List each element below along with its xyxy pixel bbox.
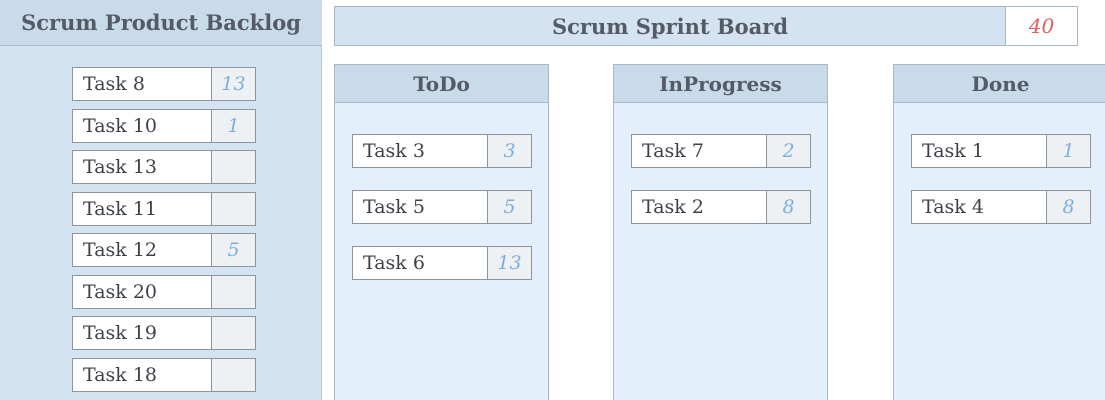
task-points: 3 <box>487 135 531 167</box>
task-card[interactable]: Task 11 <box>72 191 256 226</box>
task-name: Task 20 <box>83 280 158 303</box>
column-task-list: Task 3 3 Task 5 5 Task 6 13 <box>352 134 532 302</box>
task-points: 13 <box>487 247 531 279</box>
task-card[interactable]: Task 3 3 <box>352 134 532 168</box>
task-name: Task 13 <box>83 156 158 178</box>
column-todo: ToDo Task 3 3 Task 5 5 Task 6 13 <box>334 64 549 400</box>
sprint-board-title: Scrum Sprint Board <box>334 6 1006 46</box>
task-points: 5 <box>211 234 255 266</box>
task-name: Task 4 <box>922 196 984 218</box>
task-points <box>211 317 255 349</box>
task-card[interactable]: Task 5 5 <box>352 190 532 224</box>
column-task-list: Task 7 2 Task 2 8 <box>631 134 811 246</box>
task-name: Task 1 <box>922 140 984 162</box>
task-points <box>211 358 255 391</box>
task-name: Task 5 <box>363 196 425 218</box>
product-backlog-panel: Scrum Product Backlog Task 8 13 Task 10 1 … <box>0 0 322 400</box>
column-title: Done <box>894 65 1105 103</box>
sprint-total-points: 40 <box>1006 6 1078 46</box>
backlog-task-list: Task 8 13 Task 10 1 Task 13 Task 11 Task 1… <box>72 67 256 399</box>
task-points <box>211 151 255 183</box>
task-points: 1 <box>1046 135 1090 167</box>
task-name: Task 19 <box>83 322 158 344</box>
column-title: InProgress <box>614 65 827 103</box>
task-card[interactable]: Task 2 8 <box>631 190 811 224</box>
task-name: Task 11 <box>83 197 158 220</box>
task-card[interactable]: Task 10 1 <box>72 108 256 143</box>
task-name: Task 6 <box>363 252 425 274</box>
task-name: Task 18 <box>83 363 158 386</box>
task-points: 2 <box>766 135 810 167</box>
task-points: 13 <box>211 68 255 100</box>
task-card[interactable]: Task 13 <box>72 150 256 184</box>
task-card[interactable]: Task 18 <box>72 357 256 392</box>
task-points: 8 <box>1046 191 1090 223</box>
task-card[interactable]: Task 20 <box>72 274 256 309</box>
task-card[interactable]: Task 6 13 <box>352 246 532 280</box>
task-points <box>211 275 255 308</box>
task-card[interactable]: Task 4 8 <box>911 190 1091 224</box>
column-inprogress: InProgress Task 7 2 Task 2 8 <box>613 64 828 400</box>
task-card[interactable]: Task 8 13 <box>72 67 256 101</box>
task-points: 1 <box>211 109 255 142</box>
task-name: Task 7 <box>642 140 704 162</box>
task-points: 8 <box>766 191 810 223</box>
task-card[interactable]: Task 7 2 <box>631 134 811 168</box>
backlog-title: Scrum Product Backlog <box>0 0 322 46</box>
task-points <box>211 192 255 225</box>
task-name: Task 8 <box>83 73 145 95</box>
task-card[interactable]: Task 12 5 <box>72 233 256 267</box>
task-name: Task 12 <box>83 239 158 261</box>
task-name: Task 10 <box>83 114 158 137</box>
task-card[interactable]: Task 1 1 <box>911 134 1091 168</box>
column-title: ToDo <box>335 65 548 103</box>
task-card[interactable]: Task 19 <box>72 316 256 350</box>
task-points: 5 <box>487 191 531 223</box>
task-name: Task 3 <box>363 140 425 162</box>
task-name: Task 2 <box>642 196 704 218</box>
column-task-list: Task 1 1 Task 4 8 <box>911 134 1091 246</box>
column-done: Done Task 1 1 Task 4 8 <box>893 64 1105 400</box>
